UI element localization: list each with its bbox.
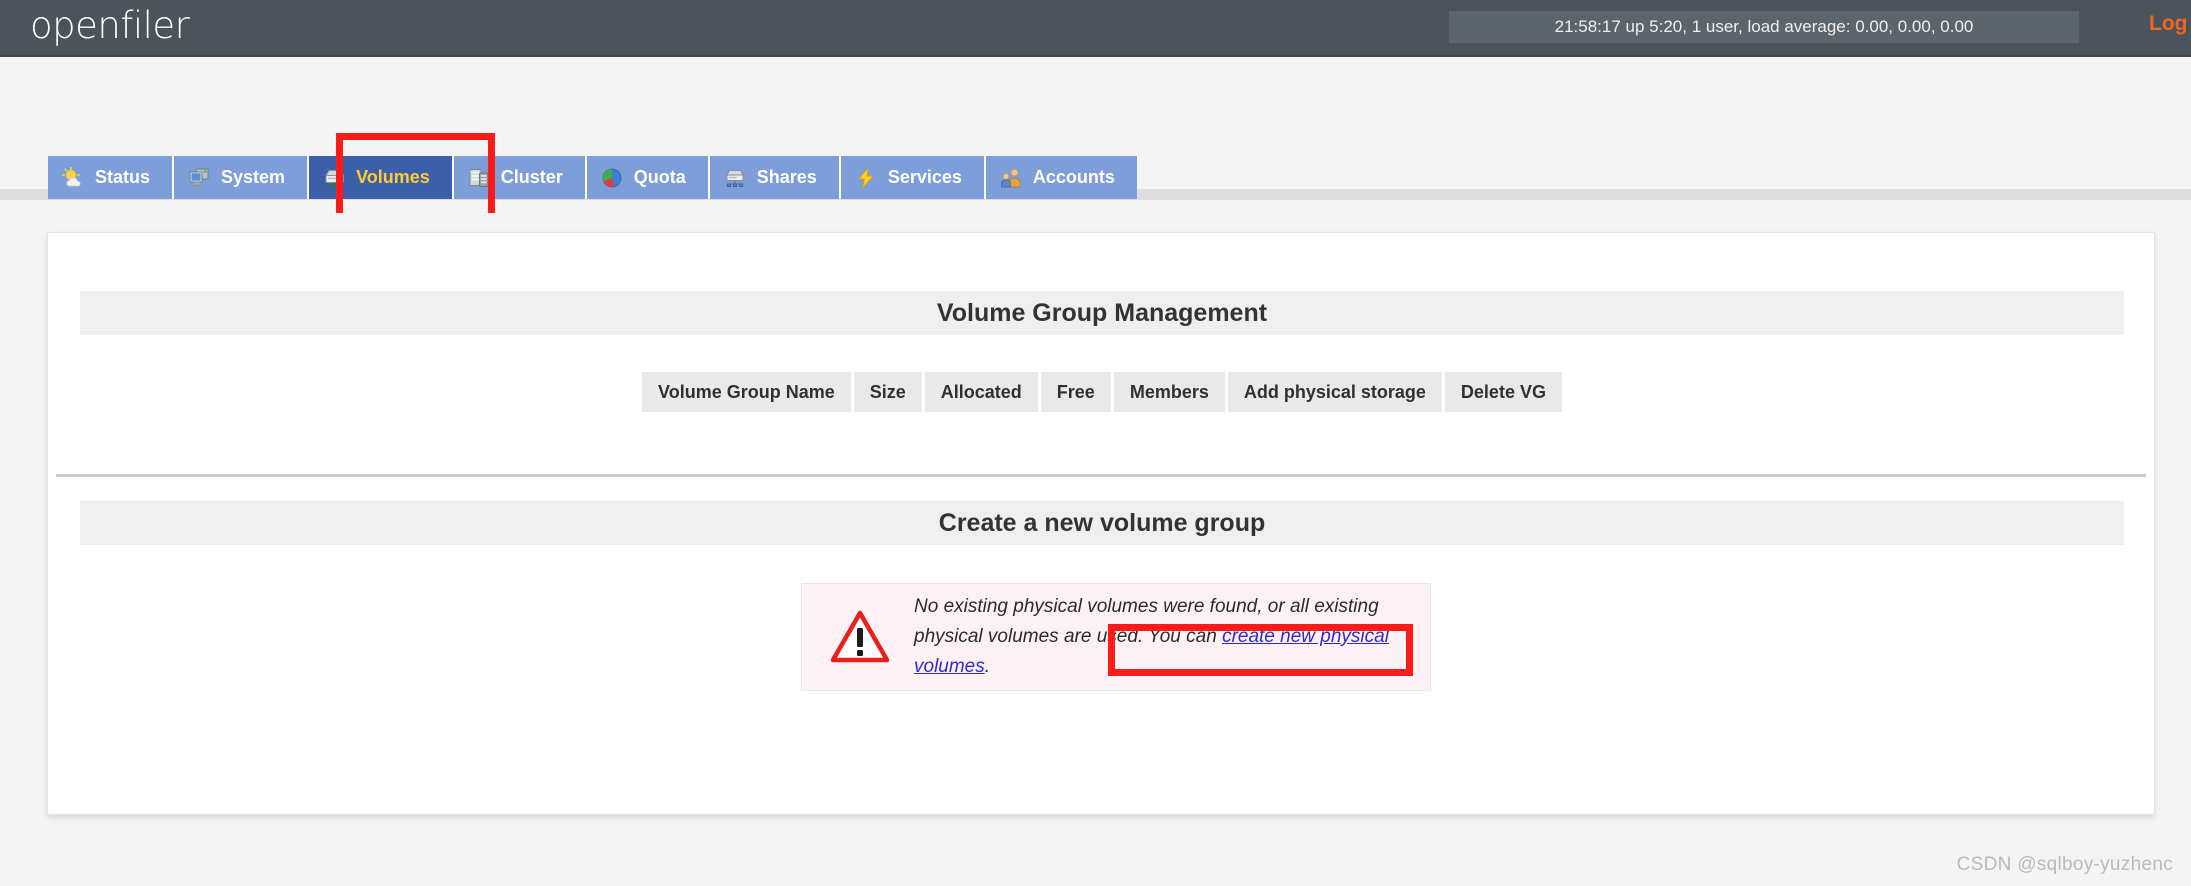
warning-triangle-icon (830, 609, 890, 665)
tab-system-label: System (221, 167, 286, 187)
main-navigation-tabs: Status System Volumes Cluster Quota Shar… (48, 156, 1137, 199)
openfiler-logo: openfiler (30, 4, 190, 47)
top-header-bar: openfiler 21:58:17 up 5:20, 1 user, load… (0, 0, 2191, 57)
column-header-members: Members (1113, 372, 1225, 412)
tab-status-label: Status (95, 167, 151, 187)
pie-chart-icon (601, 167, 623, 189)
lightning-bolt-icon (855, 167, 877, 189)
warning-text-after: . (984, 656, 991, 677)
tab-services-label: Services (887, 167, 962, 187)
tab-system[interactable]: System (174, 156, 310, 199)
tab-cluster-label: Cluster (500, 167, 563, 187)
tab-quota[interactable]: Quota (586, 156, 710, 199)
column-header-free: Free (1040, 372, 1111, 412)
column-header-volume-group-name: Volume Group Name (642, 372, 851, 412)
create-volume-group-header: Create a new volume group (80, 501, 2124, 545)
uptime-load-status-text: 21:58:17 up 5:20, 1 user, load average: … (1554, 17, 1974, 36)
tab-volumes[interactable]: Volumes (309, 156, 454, 199)
tab-accounts[interactable]: Accounts (985, 156, 1137, 199)
tab-services[interactable]: Services (840, 156, 986, 199)
logout-link[interactable]: Log out (2149, 12, 2191, 36)
network-drive-icon (724, 167, 746, 189)
no-physical-volumes-warning: No existing physical volumes were found,… (801, 583, 1431, 691)
column-header-size: Size (853, 372, 922, 412)
monitor-icon (188, 167, 210, 189)
tab-cluster[interactable]: Cluster (453, 156, 587, 199)
users-group-icon (1000, 167, 1022, 189)
volume-group-table: Volume Group Name Size Allocated Free Me… (48, 372, 2156, 412)
tab-status[interactable]: Status (48, 156, 175, 199)
create-volume-group-title: Create a new volume group (938, 508, 1266, 537)
tab-volumes-label: Volumes (356, 167, 430, 187)
tab-quota-label: Quota (633, 167, 686, 187)
servers-stack-icon (468, 167, 490, 189)
tab-shares[interactable]: Shares (709, 156, 841, 199)
volume-group-management-header: Volume Group Management (80, 291, 2124, 335)
drive-green-arrow-icon (323, 167, 345, 190)
system-status-box: 21:58:17 up 5:20, 1 user, load average: … (1449, 11, 2079, 43)
main-content-card: Volume Group Management Volume Group Nam… (47, 232, 2155, 815)
weather-sun-cloud-icon (62, 166, 84, 189)
column-header-delete-vg: Delete VG (1444, 372, 1562, 412)
section-divider (56, 474, 2146, 477)
watermark-text: CSDN @sqlboy-yuzhenc (1956, 854, 2173, 875)
volume-group-table-header-row: Volume Group Name Size Allocated Free Me… (642, 372, 1562, 412)
column-header-add-physical-storage: Add physical storage (1227, 372, 1442, 412)
volume-group-management-title: Volume Group Management (936, 298, 1268, 327)
tab-accounts-label: Accounts (1032, 167, 1115, 187)
warning-message-text: No existing physical volumes were found,… (914, 592, 1410, 682)
column-header-allocated: Allocated (924, 372, 1038, 412)
tab-shares-label: Shares (756, 167, 817, 187)
